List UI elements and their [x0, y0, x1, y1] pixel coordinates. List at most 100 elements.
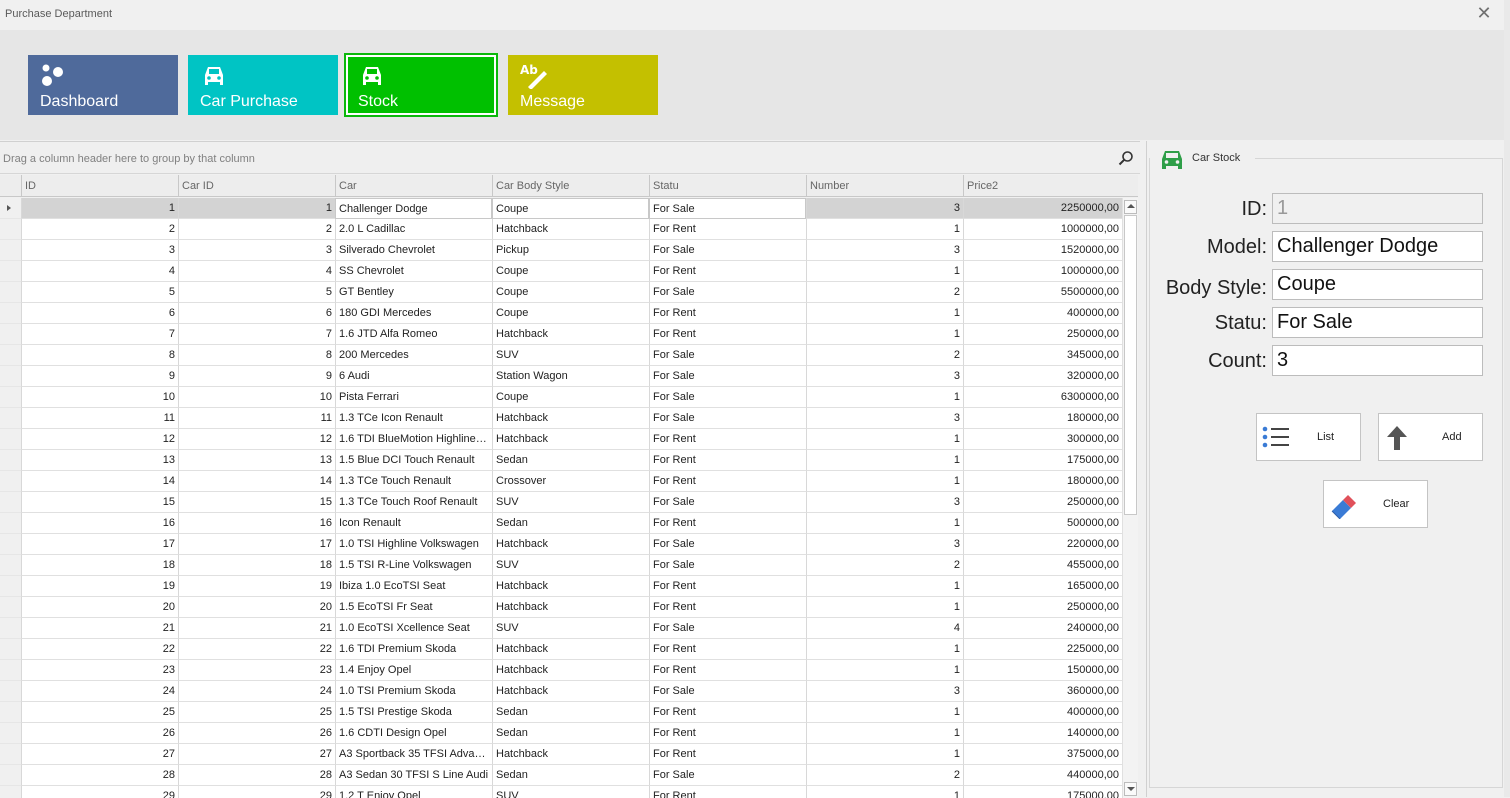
- stock-tile[interactable]: Stock: [344, 53, 498, 117]
- cell-statu[interactable]: For Sale: [649, 366, 806, 387]
- cell-number[interactable]: 3: [806, 366, 963, 387]
- cell-car[interactable]: 6 Audi: [335, 366, 492, 387]
- cell-car[interactable]: 1.2 T Enjoy Opel: [335, 786, 492, 798]
- scroll-down-button[interactable]: [1124, 782, 1137, 796]
- cell-price2[interactable]: 250000,00: [963, 597, 1122, 618]
- table-row[interactable]: 7 7 1.6 JTD Alfa Romeo Hatchback For Rent 1 25…: [0, 324, 1122, 345]
- cell-price2[interactable]: 220000,00: [963, 534, 1122, 555]
- cell-statu[interactable]: For Rent: [649, 786, 806, 798]
- cell-price2[interactable]: 300000,00: [963, 429, 1122, 450]
- cell-price2[interactable]: 500000,00: [963, 513, 1122, 534]
- cell-number[interactable]: 1: [806, 219, 963, 240]
- table-row[interactable]: 996 Audi Station Wagon For Sale 3 320000,00: [0, 366, 1122, 387]
- column-header-statu[interactable]: Statu: [649, 175, 806, 197]
- cell-id[interactable]: 17: [21, 534, 178, 555]
- table-row[interactable]: 12121.6 TDI BlueMotion Highline Volkswag…: [0, 429, 1122, 450]
- row-indicator[interactable]: [0, 219, 21, 240]
- cell-car[interactable]: 1.3 TCe Touch Renault: [335, 471, 492, 492]
- column-header-number[interactable]: Number: [806, 175, 963, 197]
- row-indicator[interactable]: [0, 471, 21, 492]
- cell-car-id[interactable]: 9: [178, 366, 335, 387]
- cell-price2[interactable]: 345000,00: [963, 345, 1122, 366]
- cell-statu[interactable]: For Rent: [649, 219, 806, 240]
- row-indicator[interactable]: [0, 261, 21, 282]
- cell-body[interactable]: Hatchback: [492, 576, 649, 597]
- cell-price2[interactable]: 225000,00: [963, 639, 1122, 660]
- cell-price2[interactable]: 360000,00: [963, 681, 1122, 702]
- cell-car-id[interactable]: 5: [178, 282, 335, 303]
- cell-price2[interactable]: 2250000,00: [963, 198, 1122, 219]
- cell-statu[interactable]: For Sale: [649, 555, 806, 576]
- cell-car-id[interactable]: 17: [178, 534, 335, 555]
- cell-car-id[interactable]: 4: [178, 261, 335, 282]
- cell-id[interactable]: 19: [21, 576, 178, 597]
- cell-id[interactable]: 8: [21, 345, 178, 366]
- cell-body[interactable]: Coupe: [492, 282, 649, 303]
- table-row[interactable]: 11 11 1.3 TCe Icon Renault Hatchback For Sal…: [0, 408, 1122, 429]
- cell-price2[interactable]: 175000,00: [963, 450, 1122, 471]
- cell-car[interactable]: 1.3 TCe Touch Roof Renault: [335, 492, 492, 513]
- cell-car[interactable]: Icon Renault: [335, 513, 492, 534]
- clear-button[interactable]: Clear: [1323, 480, 1428, 528]
- cell-price2[interactable]: 375000,00: [963, 744, 1122, 765]
- row-indicator[interactable]: [0, 597, 21, 618]
- statu-field[interactable]: For Sale: [1272, 307, 1483, 338]
- cell-number[interactable]: 3: [806, 240, 963, 261]
- cell-number[interactable]: 1: [806, 744, 963, 765]
- cell-price2[interactable]: 250000,00: [963, 324, 1122, 345]
- row-indicator[interactable]: [0, 303, 21, 324]
- cell-statu[interactable]: For Rent: [649, 597, 806, 618]
- close-icon[interactable]: ✕: [1474, 4, 1494, 24]
- cell-statu[interactable]: For Sale: [649, 534, 806, 555]
- cell-car[interactable]: 1.0 TSI Premium Skoda: [335, 681, 492, 702]
- table-row[interactable]: 26 26 1.6 CDTI Design Opel Sedan For Rent 1 14…: [0, 723, 1122, 744]
- cell-body[interactable]: Hatchback: [492, 324, 649, 345]
- cell-car-id[interactable]: 28: [178, 765, 335, 786]
- cell-body[interactable]: SUV: [492, 786, 649, 798]
- cell-price2[interactable]: 165000,00: [963, 576, 1122, 597]
- cell-price2[interactable]: 320000,00: [963, 366, 1122, 387]
- cell-car-id[interactable]: 11: [178, 408, 335, 429]
- table-row[interactable]: 1 1 Challenger Dodge Coupe For Sale 3 2250000,…: [0, 198, 1122, 219]
- cell-price2[interactable]: 455000,00: [963, 555, 1122, 576]
- add-button[interactable]: Add: [1378, 413, 1483, 461]
- cell-price2[interactable]: 140000,00: [963, 723, 1122, 744]
- scroll-up-button[interactable]: [1124, 200, 1137, 214]
- cell-body[interactable]: Pickup: [492, 240, 649, 261]
- cell-price2[interactable]: 1520000,00: [963, 240, 1122, 261]
- cell-number[interactable]: 2: [806, 765, 963, 786]
- table-row[interactable]: 15 15 1.3 TCe Touch Roof Renault SUV For Sal…: [0, 492, 1122, 513]
- cell-statu[interactable]: For Rent: [649, 324, 806, 345]
- row-indicator[interactable]: [0, 639, 21, 660]
- cell-statu[interactable]: For Sale: [649, 240, 806, 261]
- row-indicator[interactable]: [0, 702, 21, 723]
- cell-number[interactable]: 4: [806, 618, 963, 639]
- cell-car[interactable]: SS Chevrolet: [335, 261, 492, 282]
- table-row[interactable]: 2 2 2.0 L Cadillac Hatchback For Rent 1 100000…: [0, 219, 1122, 240]
- cell-id[interactable]: 5: [21, 282, 178, 303]
- table-row[interactable]: 20 20 1.5 EcoTSI Fr Seat Hatchback For Rent 1…: [0, 597, 1122, 618]
- row-indicator[interactable]: [0, 555, 21, 576]
- cell-id[interactable]: 21: [21, 618, 178, 639]
- cell-car-id[interactable]: 24: [178, 681, 335, 702]
- list-button[interactable]: List: [1256, 413, 1361, 461]
- cell-car[interactable]: A3 Sportback 35 TFSI Advanced Audi: [335, 744, 492, 765]
- cell-number[interactable]: 1: [806, 387, 963, 408]
- cell-car-id[interactable]: 2: [178, 219, 335, 240]
- row-indicator[interactable]: [0, 492, 21, 513]
- row-indicator[interactable]: [0, 576, 21, 597]
- cell-id[interactable]: 7: [21, 324, 178, 345]
- cell-car[interactable]: Ibiza 1.0 EcoTSI Seat: [335, 576, 492, 597]
- cell-price2[interactable]: 400000,00: [963, 702, 1122, 723]
- cell-body[interactable]: SUV: [492, 492, 649, 513]
- cell-price2[interactable]: 250000,00: [963, 492, 1122, 513]
- cell-body[interactable]: Hatchback: [492, 597, 649, 618]
- table-row[interactable]: 24 24 1.0 TSI Premium Skoda Hatchback For Sa…: [0, 681, 1122, 702]
- cell-body[interactable]: Sedan: [492, 513, 649, 534]
- cell-id[interactable]: 20: [21, 597, 178, 618]
- cell-body[interactable]: Sedan: [492, 702, 649, 723]
- cell-statu[interactable]: For Sale: [649, 345, 806, 366]
- cell-body[interactable]: Sedan: [492, 450, 649, 471]
- cell-id[interactable]: 18: [21, 555, 178, 576]
- cell-car[interactable]: 1.4 Enjoy Opel: [335, 660, 492, 681]
